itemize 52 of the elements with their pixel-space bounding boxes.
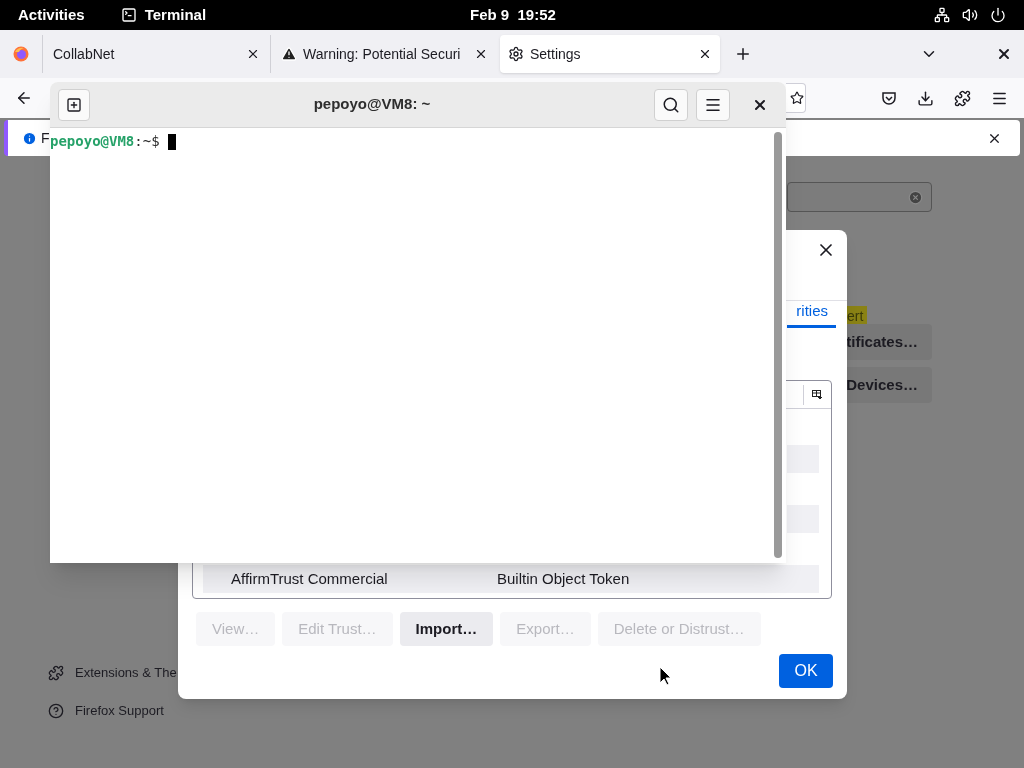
sidebar-link[interactable]: Firefox Support <box>48 702 177 720</box>
clear-icon[interactable] <box>908 189 923 205</box>
info-icon <box>22 130 37 146</box>
scrollbar[interactable] <box>774 132 782 558</box>
text-cursor <box>168 133 177 150</box>
warning-icon <box>281 46 297 62</box>
window-title: pepoyo@VM8: ~ <box>312 94 432 115</box>
tab-title: Warning: Potential Securi <box>303 44 462 64</box>
notification-text: F <box>41 128 50 148</box>
ok-button[interactable]: OK <box>779 654 833 688</box>
prompt-user: pepoyo@VM8 <box>50 132 135 151</box>
tab-title: Settings <box>530 44 582 64</box>
terminal-icon <box>120 7 137 23</box>
back-icon[interactable] <box>15 89 33 107</box>
close-icon[interactable] <box>246 47 260 61</box>
search-button[interactable] <box>654 88 688 121</box>
mouse-pointer-icon <box>659 666 671 686</box>
clock[interactable]: Feb 9 19:52 <box>470 3 556 27</box>
pocket-icon[interactable] <box>881 90 897 106</box>
plus-icon <box>66 96 82 113</box>
download-icon[interactable] <box>917 89 934 107</box>
search-field[interactable] <box>787 182 932 212</box>
menu-button[interactable] <box>696 88 730 121</box>
dialog-button[interactable]: Import… <box>399 612 494 646</box>
new-tab-icon[interactable] <box>734 45 752 63</box>
tab-title: CollabNet <box>53 44 116 64</box>
column-picker-icon[interactable] <box>812 389 823 400</box>
browser-tab[interactable]: Warning: Potential Securi <box>270 35 498 73</box>
url-field[interactable] <box>786 83 806 113</box>
close-window-icon[interactable] <box>996 46 1012 62</box>
close-icon[interactable] <box>698 47 712 61</box>
power-icon[interactable] <box>990 7 1006 23</box>
extensions-icon[interactable] <box>954 89 971 107</box>
activities-button[interactable]: Activities <box>18 3 85 27</box>
new-tab-button[interactable] <box>58 88 90 121</box>
bookmark-star-icon[interactable] <box>790 91 804 105</box>
volume-icon[interactable] <box>962 7 978 23</box>
app-menu[interactable]: Terminal <box>144 3 207 27</box>
sidebar-link[interactable]: Extensions & The <box>48 664 177 682</box>
network-icon[interactable] <box>934 7 950 23</box>
table-row[interactable]: AffirmTrust Commercial Builtin Object Token <box>203 565 819 593</box>
help-icon <box>48 703 64 719</box>
table-cell-text: Builtin Object Token <box>497 568 630 589</box>
firefox-logo-icon <box>13 46 29 62</box>
puzzle-icon <box>48 665 64 681</box>
browser-tab[interactable]: Settings <box>500 35 720 73</box>
settings-icon <box>508 46 524 62</box>
prompt-path: :~$ <box>134 132 161 151</box>
search-icon <box>662 95 680 114</box>
browser-tab[interactable]: CollabNet <box>42 35 270 73</box>
table-cell-text: AffirmTrust Commercial <box>231 568 389 589</box>
close-icon[interactable] <box>474 47 488 61</box>
